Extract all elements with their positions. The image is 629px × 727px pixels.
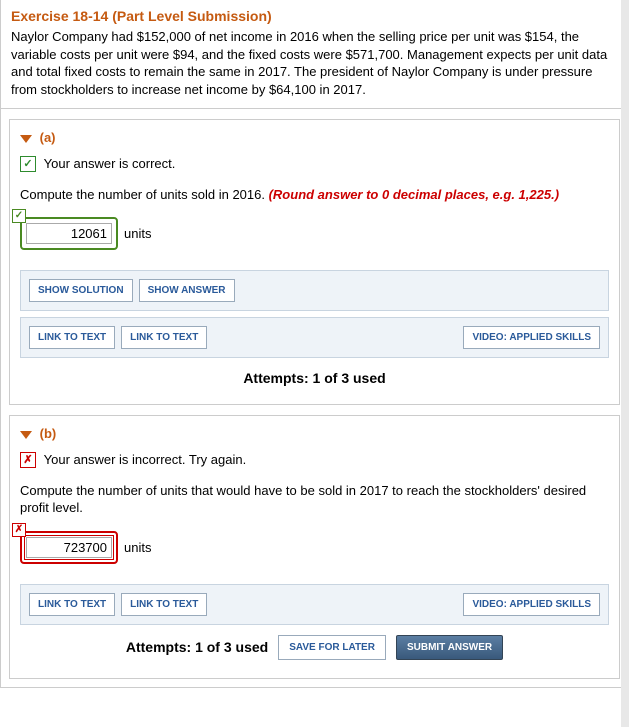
caret-down-icon [20,431,32,439]
part-a-header[interactable]: (a) [20,130,609,145]
answer-wrap-incorrect: ✗ [20,531,118,564]
part-b: (b) ✗ Your answer is incorrect. Try agai… [9,415,620,679]
units-label: units [124,540,151,555]
part-a-attempts: Attempts: 1 of 3 used [20,370,609,386]
link-to-text-button[interactable]: LINK TO TEXT [29,326,115,349]
part-a-label: (a) [40,130,56,145]
part-b-attempts: Attempts: 1 of 3 used [126,639,268,655]
answer-wrap-correct: ✓ [20,217,118,250]
video-button[interactable]: VIDEO: APPLIED SKILLS [463,326,600,349]
part-a-buttonbar-2: LINK TO TEXT LINK TO TEXT VIDEO: APPLIED… [20,317,609,358]
show-answer-button[interactable]: SHOW ANSWER [139,279,235,302]
check-icon: ✓ [12,209,26,223]
part-b-footer: Attempts: 1 of 3 used SAVE FOR LATER SUB… [20,635,609,660]
part-b-answer-input[interactable] [26,537,112,558]
units-label: units [124,226,151,241]
part-b-header[interactable]: (b) [20,426,609,441]
video-button[interactable]: VIDEO: APPLIED SKILLS [463,593,600,616]
part-a-status-text: Your answer is correct. [44,156,176,171]
exercise-title: Exercise 18-14 (Part Level Submission) [11,8,618,24]
show-solution-button[interactable]: SHOW SOLUTION [29,279,133,302]
link-to-text-button[interactable]: LINK TO TEXT [29,593,115,616]
part-b-label: (b) [40,426,57,441]
x-icon: ✗ [20,452,36,468]
scrollbar[interactable] [621,0,629,727]
part-a-answer-input[interactable] [26,223,112,244]
exercise-prompt: Naylor Company had $152,000 of net incom… [11,28,618,98]
part-b-buttonbar: LINK TO TEXT LINK TO TEXT VIDEO: APPLIED… [20,584,609,625]
part-a-question: Compute the number of units sold in 2016… [20,186,609,204]
part-a: (a) ✓ Your answer is correct. Compute th… [9,119,620,405]
submit-answer-button[interactable]: SUBMIT ANSWER [396,635,503,660]
part-b-status: ✗ Your answer is incorrect. Try again. [20,451,609,468]
check-icon: ✓ [20,156,36,172]
save-for-later-button[interactable]: SAVE FOR LATER [278,635,386,660]
part-b-question: Compute the number of units that would h… [20,482,609,517]
part-a-buttonbar-1: SHOW SOLUTION SHOW ANSWER [20,270,609,311]
exercise-header: Exercise 18-14 (Part Level Submission) N… [1,0,628,109]
part-a-question-text: Compute the number of units sold in 2016… [20,187,269,202]
part-b-status-text: Your answer is incorrect. Try again. [44,452,247,467]
link-to-text-button[interactable]: LINK TO TEXT [121,326,207,349]
caret-down-icon [20,135,32,143]
link-to-text-button[interactable]: LINK TO TEXT [121,593,207,616]
part-a-answer-row: ✓ units [20,217,609,250]
part-b-answer-row: ✗ units [20,531,609,564]
part-a-status: ✓ Your answer is correct. [20,155,609,172]
rounding-note: (Round answer to 0 decimal places, e.g. … [269,187,559,202]
x-icon: ✗ [12,523,26,537]
